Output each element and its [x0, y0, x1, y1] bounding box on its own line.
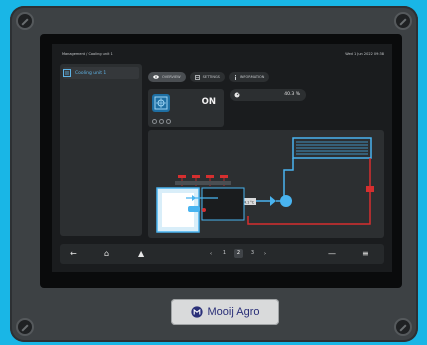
screw-bottom-right: [394, 318, 412, 336]
sidebar-item-label: Cooling unit 1: [75, 70, 107, 76]
mooij-agro-logo-icon: [190, 306, 203, 318]
page-1[interactable]: 1: [220, 249, 229, 258]
fan-icon: [154, 96, 168, 110]
indicator-icon: [166, 119, 171, 124]
eye-icon: [153, 75, 159, 79]
home-icon[interactable]: ⌂: [104, 249, 109, 259]
touch-screen: Management / Cooling unit 1 Wed 1 Jun 20…: [52, 44, 392, 272]
settings-icon: [194, 74, 200, 80]
screw-top-left: [16, 12, 34, 30]
tab-label: SETTINGS: [202, 75, 220, 79]
suction-pipe: [283, 158, 294, 198]
cooling-unit-icon: [63, 69, 71, 77]
sidebar-item-cooling-unit-1[interactable]: Cooling unit 1: [63, 67, 139, 79]
cold-room: [201, 187, 245, 221]
breadcrumb[interactable]: Management / Cooling unit 1: [62, 52, 113, 56]
discharge-valve: [366, 186, 374, 192]
unit-status-card[interactable]: ON: [148, 89, 224, 127]
sidebar: Cooling unit 1: [60, 64, 142, 236]
navigation-bar: ← ⌂ ▲ ‹ 1 2 3 › — ≡: [60, 244, 384, 264]
indicator-icon: [159, 119, 164, 124]
liquid-line: [247, 192, 371, 225]
brand-plate: Mooij Agro: [171, 299, 279, 325]
datetime: Wed 1 Jun 2022 09:38: [345, 52, 384, 56]
probe-value: 4.1 °C: [244, 201, 255, 205]
fan-icon-box: [152, 94, 170, 112]
page-prev-icon[interactable]: ‹: [210, 249, 212, 259]
valve-value: 40.3 %: [284, 92, 300, 97]
page-3[interactable]: 3: [248, 249, 257, 258]
tab-label: OVERVIEW: [162, 75, 181, 79]
page-2[interactable]: 2: [234, 249, 243, 258]
back-icon[interactable]: ←: [70, 249, 77, 259]
indicator-icon: [152, 119, 157, 124]
unit-state: ON: [201, 97, 216, 107]
info-icon: [234, 74, 236, 80]
gauge-icon: [234, 92, 240, 98]
tab-overview[interactable]: OVERVIEW: [148, 72, 186, 82]
page-next-icon[interactable]: ›: [264, 249, 266, 259]
refrigeration-schematic: 4.1 °C: [156, 137, 374, 233]
brand-name: Mooij Agro: [207, 306, 260, 318]
tab-label: INFORMATION: [239, 75, 265, 79]
valve-output-card[interactable]: 40.3 %: [230, 89, 306, 101]
cooling-diagram: 4.1 °C: [148, 130, 384, 238]
tab-bar: OVERVIEW SETTINGS INFORMATION: [148, 72, 270, 82]
tab-settings[interactable]: SETTINGS: [189, 72, 225, 82]
menu-icon[interactable]: ≡: [362, 249, 369, 259]
screw-bottom-left: [16, 318, 34, 336]
status-indicators: [152, 119, 171, 124]
alarm-icon[interactable]: ▲: [138, 249, 144, 259]
compressor: [280, 195, 292, 207]
screw-top-right: [394, 12, 412, 30]
minus-icon[interactable]: —: [328, 249, 336, 259]
tab-information[interactable]: INFORMATION: [228, 72, 270, 82]
